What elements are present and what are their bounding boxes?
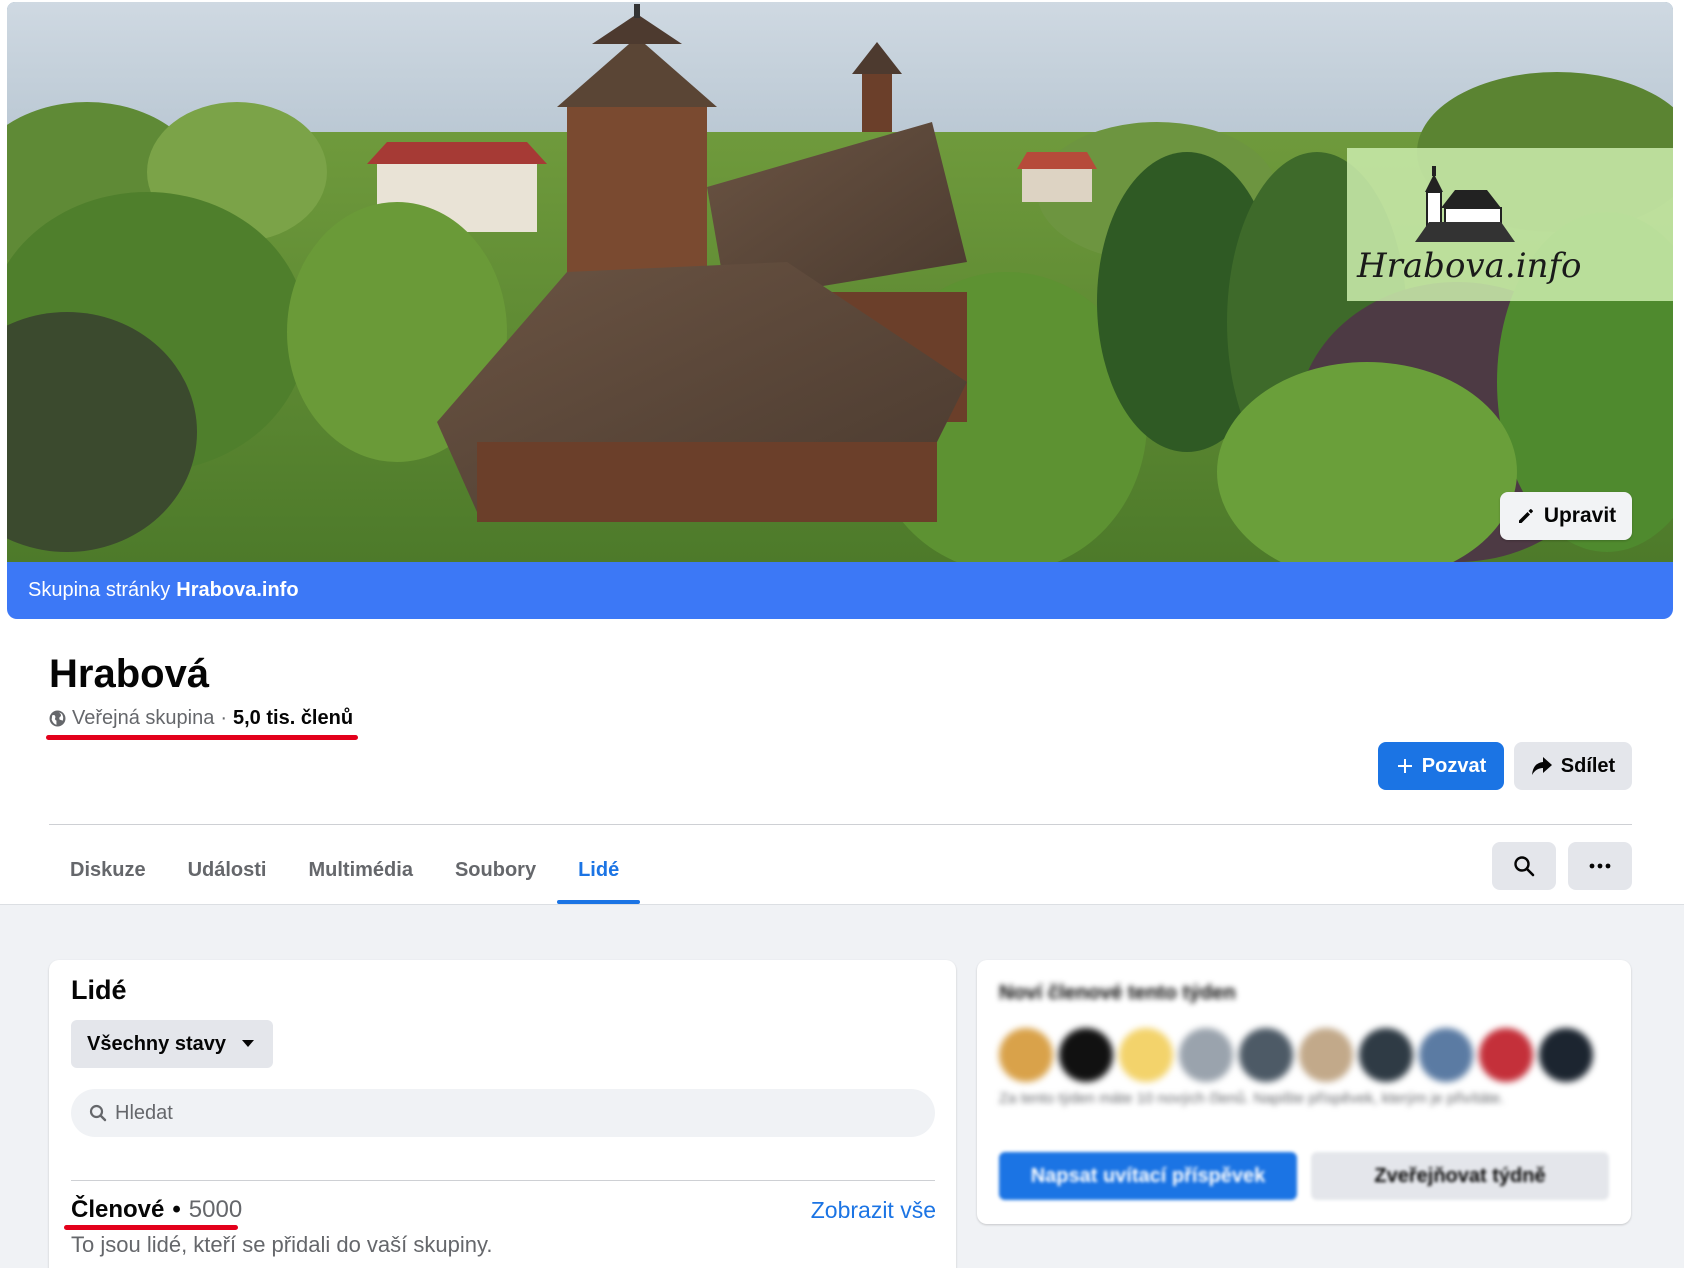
more-icon	[1589, 863, 1611, 869]
caret-down-icon	[241, 1040, 254, 1047]
group-tabs: Diskuze Události Multimédia Soubory Lidé	[49, 836, 641, 904]
search-placeholder: Hledat	[115, 1101, 173, 1124]
members-description: To jsou lidé, kteří se přidali do vaší s…	[71, 1232, 493, 1257]
plus-icon	[1397, 759, 1412, 773]
tab-events[interactable]: Události	[167, 836, 288, 904]
page-logo: Hrabova.info	[1347, 148, 1673, 301]
group-meta: Veřejná skupina · 5,0 tis. členů	[49, 707, 353, 730]
share-icon	[1531, 757, 1552, 775]
tab-media[interactable]: Multimédia	[288, 836, 434, 904]
group-name[interactable]: Hrabová	[49, 652, 209, 697]
tab-files[interactable]: Soubory	[434, 836, 557, 904]
members-heading: Členové • 5000	[71, 1196, 242, 1224]
logo-text: Hrabova.info	[1357, 246, 1582, 286]
edit-cover-button[interactable]: Upravit	[1500, 492, 1632, 540]
strip-page-name[interactable]: Hrabova.info	[176, 579, 298, 602]
group-search-button[interactable]	[1492, 842, 1556, 890]
members-label: Členové	[71, 1196, 165, 1223]
invite-label: Pozvat	[1421, 754, 1487, 777]
search-icon	[89, 1104, 107, 1122]
tab-people[interactable]: Lidé	[557, 836, 641, 904]
share-button[interactable]: Sdílet	[1514, 742, 1632, 790]
post-weekly-button[interactable]: Zveřejňovat týdně	[1311, 1152, 1609, 1200]
member-avatar[interactable]	[1539, 1028, 1593, 1082]
members-separator: •	[172, 1196, 181, 1223]
meta-separator: ·	[220, 707, 227, 729]
status-filter-dropdown[interactable]: Všechny stavy	[71, 1020, 273, 1068]
group-member-count[interactable]: 5,0 tis. členů	[233, 707, 353, 730]
member-avatar[interactable]	[1479, 1028, 1533, 1082]
cover-photo: Hrabova.info	[7, 2, 1673, 562]
member-avatar[interactable]	[1059, 1028, 1113, 1082]
share-label: Sdílet	[1560, 754, 1616, 777]
member-avatar[interactable]	[1119, 1028, 1173, 1082]
member-avatar[interactable]	[1419, 1028, 1473, 1082]
new-members-title: Noví členové tento týden	[999, 982, 1236, 1004]
annotation-underline	[64, 1225, 238, 1230]
member-avatar[interactable]	[1179, 1028, 1233, 1082]
people-card: Lidé Všechny stavy Hledat Členové • 5000…	[49, 960, 956, 1268]
new-members-card: Noví členové tento týden Za tento týden …	[977, 960, 1631, 1224]
member-search-input[interactable]: Hledat	[71, 1089, 935, 1137]
edit-label: Upravit	[1543, 504, 1617, 527]
new-member-avatars	[999, 1028, 1593, 1082]
new-members-description: Za tento týden máte 10 nových členů. Nap…	[999, 1090, 1505, 1107]
member-avatar[interactable]	[1359, 1028, 1413, 1082]
strip-prefix: Skupina stránky	[28, 579, 171, 601]
linked-page-strip[interactable]: Skupina stránky Hrabova.info	[7, 562, 1673, 619]
show-all-link[interactable]: Zobrazit vše	[811, 1197, 936, 1224]
member-avatar[interactable]	[1239, 1028, 1293, 1082]
pencil-icon	[1518, 509, 1533, 523]
church-logo-icon	[1415, 166, 1515, 242]
write-welcome-post-button[interactable]: Napsat uvítací příspěvek	[999, 1152, 1297, 1200]
globe-icon	[49, 710, 66, 727]
header-divider	[49, 824, 1632, 825]
people-title: Lidé	[71, 975, 127, 1005]
annotation-underline	[46, 735, 358, 740]
search-icon	[1514, 856, 1535, 877]
status-filter-value: Všechny stavy	[87, 1032, 226, 1055]
member-avatar[interactable]	[1299, 1028, 1353, 1082]
card-divider	[71, 1180, 935, 1181]
invite-button[interactable]: Pozvat	[1378, 742, 1504, 790]
group-privacy: Veřejná skupina	[72, 707, 215, 729]
member-avatar[interactable]	[999, 1028, 1053, 1082]
more-options-button[interactable]	[1568, 842, 1632, 890]
members-count: 5000	[188, 1196, 243, 1223]
tab-discussion[interactable]: Diskuze	[49, 836, 167, 904]
